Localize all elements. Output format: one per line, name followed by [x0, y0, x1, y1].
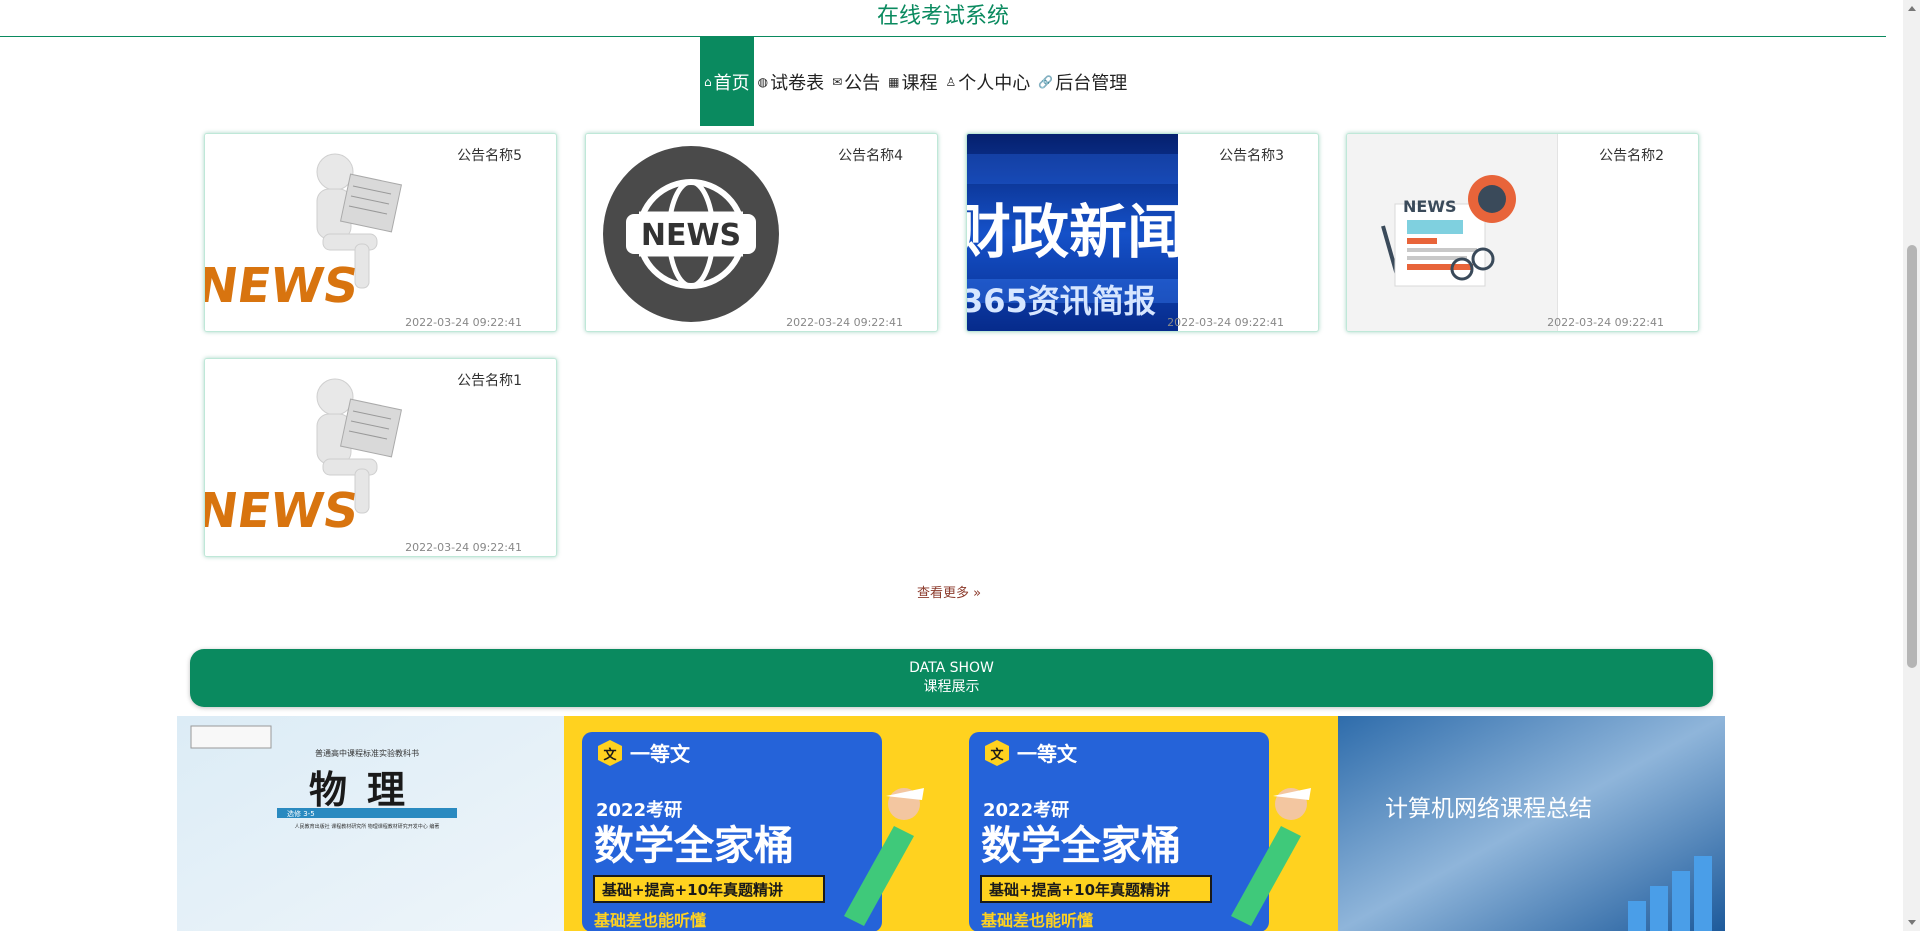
course-card[interactable]: 文 一等文 2022考研 数学全家桶 基础+提高+10年真题精讲 基础差也能听懂: [564, 716, 951, 931]
news-image: NEWS: [1347, 134, 1558, 331]
news-image: 财政新闻 365资讯简报: [967, 134, 1178, 331]
course-bottom-line: 基础差也能听懂: [593, 911, 706, 930]
news-card[interactable]: NEWS 公告名称1 2022-03-24 09:22:41: [204, 358, 557, 557]
news-card[interactable]: NEWS 公告名称4 2022-03-24 09:22:41: [585, 133, 938, 332]
news-title: 公告名称2: [1599, 148, 1664, 164]
news-image-text: NEWS: [1403, 197, 1457, 216]
news-card[interactable]: NEWS 公告名称5 2022-03-24 09:22:41: [204, 133, 557, 332]
news-title: 公告名称1: [457, 373, 522, 389]
nav-item-courses[interactable]: ▦ 课程: [884, 37, 941, 126]
nav-item-personal-center[interactable]: ♙ 个人中心: [942, 37, 1035, 126]
news-time: 2022-03-24 09:22:41: [786, 316, 903, 329]
nav-label: 公告: [844, 72, 881, 94]
news-card[interactable]: NEWS 公告名称2 2022-03-24 09:22:41: [1346, 133, 1699, 332]
nav-label: 个人中心: [958, 72, 1031, 94]
view-more-link[interactable]: 查看更多 »: [917, 582, 981, 601]
grid-icon: ▦: [888, 74, 900, 89]
nav-item-admin[interactable]: 🔗 后台管理: [1034, 37, 1131, 126]
news-image-subtext: 365资讯简报: [967, 282, 1156, 320]
news-image-text: NEWS: [205, 483, 362, 539]
news-image: NEWS: [205, 134, 416, 331]
scrollbar-thumb[interactable]: [1907, 245, 1917, 668]
news-image-text: NEWS: [205, 258, 362, 314]
course-card[interactable]: 普通高中课程标准实验教科书 物理 选修 3-5 人民教育出版社 课程教材研究所 …: [177, 716, 564, 931]
link-icon: 🔗: [1038, 74, 1054, 89]
news-time: 2022-03-24 09:22:41: [405, 541, 522, 554]
news-image-text: NEWS: [641, 218, 741, 253]
course-tag: 基础+提高+10年真题精讲: [601, 881, 783, 899]
course-year-line: 2022考研: [596, 799, 682, 821]
course-brand: 一等文: [630, 742, 691, 766]
course-card[interactable]: 文 一等文 2022考研 数学全家桶 基础+提高+10年真题精讲 基础差也能听懂: [951, 716, 1338, 931]
news-image: NEWS: [586, 134, 797, 331]
news-time: 2022-03-24 09:22:41: [1547, 316, 1664, 329]
nav-item-exam-papers[interactable]: ◍ 试卷表: [754, 37, 828, 126]
user-icon: ♙: [945, 74, 957, 89]
course-main-title: 数学全家桶: [594, 823, 794, 869]
news-time: 2022-03-24 09:22:41: [1167, 316, 1284, 329]
data-show-title-en: DATA SHOW: [909, 660, 994, 676]
course-card[interactable]: 计算机网络课程总结: [1338, 716, 1725, 931]
mail-icon: ✉: [832, 74, 843, 89]
site-title: 在线考试系统: [0, 0, 1886, 37]
course-publisher: 人民教育出版社 课程教材研究所 物理课程教材研究开发中心 编著: [295, 823, 440, 830]
news-time: 2022-03-24 09:22:41: [405, 316, 522, 329]
nav-label: 后台管理: [1055, 72, 1128, 94]
course-subtitle: 选修 3-5: [287, 809, 315, 818]
news-title: 公告名称4: [838, 148, 903, 164]
news-card[interactable]: 财政新闻 365资讯简报 公告名称3 2022-03-24 09:22:41: [966, 133, 1319, 332]
data-show-banner: DATA SHOW 课程展示: [190, 649, 1713, 707]
course-bottom-line: 基础差也能听懂: [980, 911, 1093, 930]
nav-label: 首页: [713, 72, 750, 94]
globe-icon: ◍: [757, 74, 769, 89]
nav-label: 试卷表: [770, 72, 825, 94]
news-image-text: 财政新闻: [967, 198, 1178, 266]
news-image: NEWS: [205, 359, 416, 556]
data-show-title-cn: 课程展示: [923, 679, 980, 695]
course-title: 计算机网络课程总结: [1385, 796, 1592, 822]
scroll-down-icon[interactable]: [1908, 920, 1916, 925]
page-scrollbar[interactable]: [1903, 0, 1920, 931]
svg-text:文: 文: [603, 747, 617, 763]
nav-item-announcements[interactable]: ✉ 公告: [828, 37, 884, 126]
main-nav: ⌂ 首页 ◍ 试卷表 ✉ 公告 ▦ 课程 ♙ 个人中心 🔗 后台管理: [700, 37, 1131, 126]
news-title: 公告名称3: [1219, 148, 1284, 164]
course-brand: 一等文: [1017, 742, 1078, 766]
course-year-line: 2022考研: [983, 799, 1069, 821]
course-tag: 基础+提高+10年真题精讲: [988, 881, 1170, 899]
news-title: 公告名称5: [457, 148, 522, 164]
nav-item-home[interactable]: ⌂ 首页: [700, 37, 754, 126]
course-top-line: 普通高中课程标准实验教科书: [315, 748, 419, 758]
course-title: 物理: [309, 767, 425, 812]
nav-label: 课程: [901, 72, 938, 94]
course-main-title: 数学全家桶: [981, 823, 1181, 869]
scroll-up-icon[interactable]: [1908, 6, 1916, 11]
home-icon: ⌂: [704, 74, 712, 89]
svg-text:文: 文: [990, 747, 1004, 763]
